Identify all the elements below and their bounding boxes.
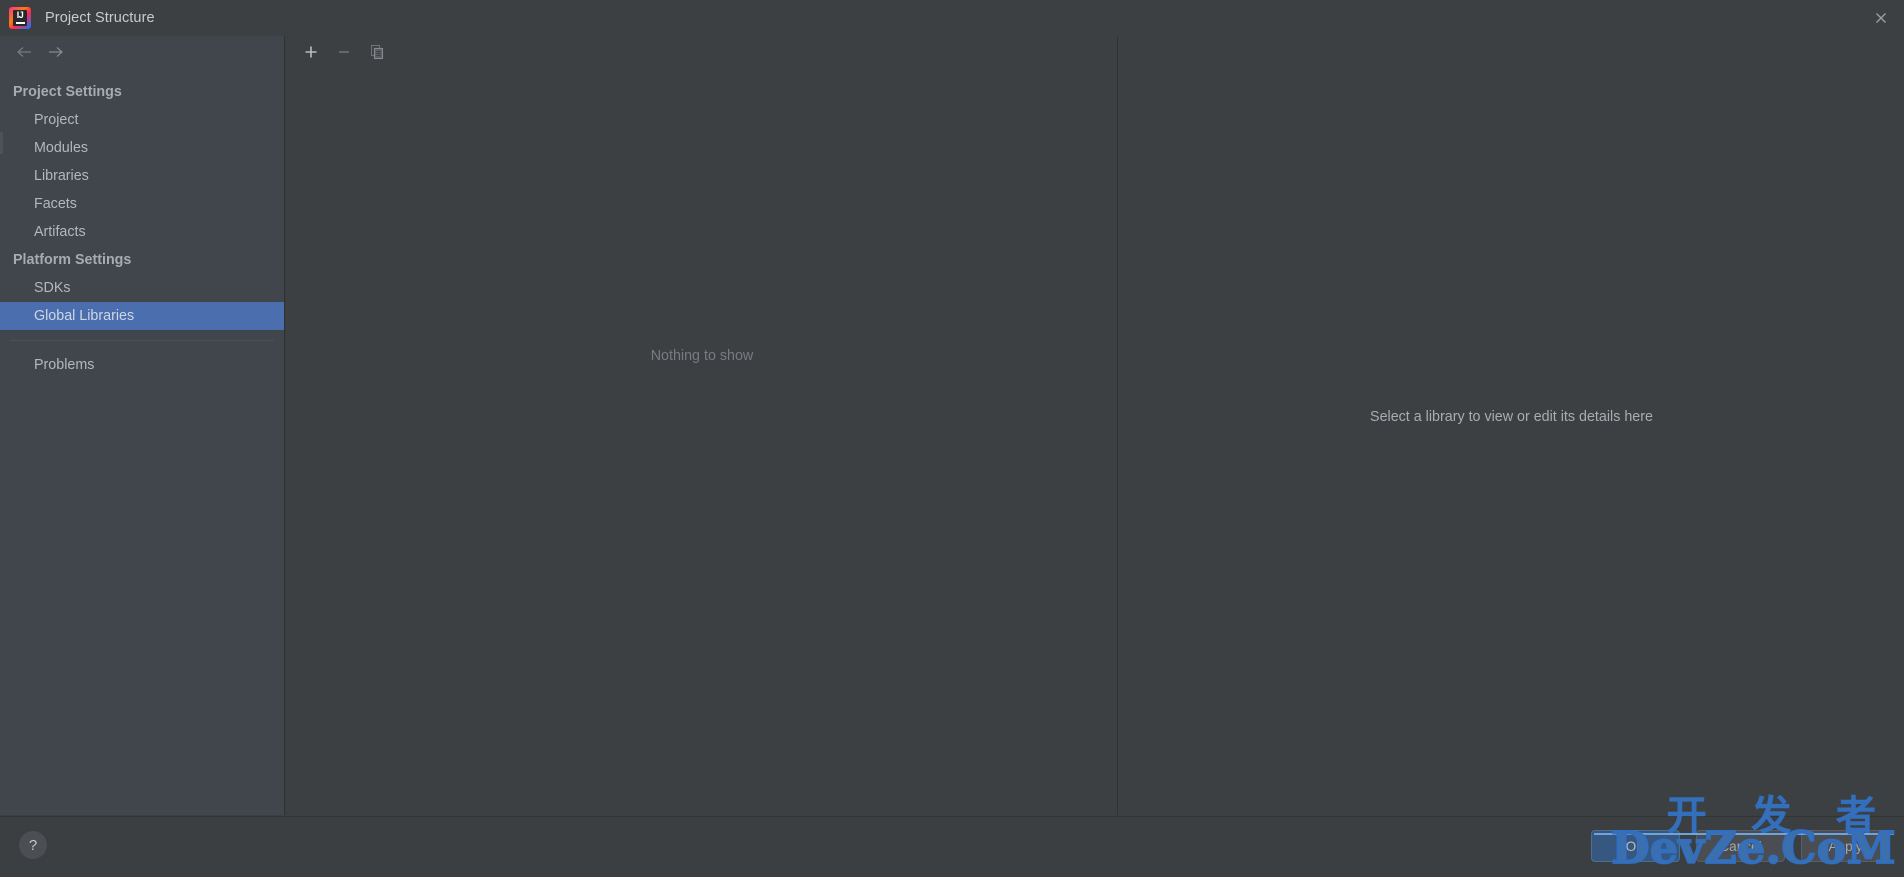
page-title: Project Structure — [45, 10, 155, 26]
footer-button-group: OK Cancel Apply — [1591, 830, 1890, 862]
settings-tree: Project Settings Project Modules Librari… — [0, 68, 284, 379]
sidebar-item-artifacts[interactable]: Artifacts — [0, 218, 284, 246]
sidebar-item-problems[interactable]: Problems — [0, 351, 284, 379]
cancel-button[interactable]: Cancel — [1696, 830, 1785, 862]
right-empty-state: Select a library to view or edit its det… — [1119, 36, 1904, 815]
copy-icon[interactable] — [362, 39, 392, 65]
tree-group-platform-settings: Platform Settings — [13, 252, 132, 268]
sidebar-item-global-libraries[interactable]: Global Libraries — [0, 302, 284, 330]
title-bar: Project Structure — [0, 0, 1904, 36]
right-empty-message: Select a library to view or edit its det… — [1370, 408, 1653, 425]
sidebar-item-libraries[interactable]: Libraries — [0, 162, 284, 190]
help-icon[interactable]: ? — [19, 831, 47, 859]
tree-group-project-settings: Project Settings — [13, 84, 122, 100]
intellij-idea-icon — [9, 7, 31, 29]
sidebar-item-sdks[interactable]: SDKs — [0, 274, 284, 302]
sidebar-item-project[interactable]: Project — [0, 106, 284, 134]
sidebar-edge-notch — [0, 132, 3, 154]
sidebar-item-facets[interactable]: Facets — [0, 190, 284, 218]
plus-icon[interactable] — [296, 39, 326, 65]
sidebar-divider — [10, 340, 274, 341]
apply-button[interactable]: Apply — [1801, 830, 1890, 862]
library-details-panel: Select a library to view or edit its det… — [1119, 36, 1904, 815]
arrow-left-icon[interactable] — [10, 39, 40, 65]
minus-icon[interactable] — [329, 39, 359, 65]
settings-sidebar: Project Settings Project Modules Librari… — [0, 36, 285, 815]
libraries-list-panel: Nothing to show — [286, 36, 1118, 815]
close-icon[interactable] — [1858, 0, 1904, 36]
sidebar-navigation — [0, 36, 284, 68]
project-structure-dialog: Project Structure Project Settings — [0, 0, 1904, 877]
center-empty-message: Nothing to show — [650, 347, 754, 364]
ok-button[interactable]: OK — [1591, 830, 1680, 862]
center-empty-state: Nothing to show — [286, 36, 1118, 815]
sidebar-item-modules[interactable]: Modules — [0, 134, 284, 162]
dialog-footer: ? OK Cancel Apply — [0, 816, 1904, 877]
libraries-toolbar — [286, 36, 1117, 68]
arrow-right-icon[interactable] — [40, 39, 70, 65]
